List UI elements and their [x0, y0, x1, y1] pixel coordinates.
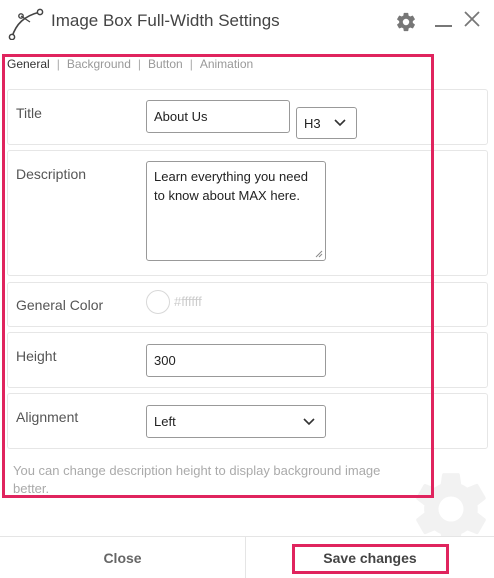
resize-handle-icon[interactable] — [315, 250, 323, 258]
heading-level-select[interactable]: H3 — [296, 107, 357, 139]
height-input-value: 300 — [154, 353, 176, 368]
tab-separator: | — [189, 57, 193, 71]
tab-background[interactable]: Background — [67, 57, 131, 71]
chevron-down-icon — [303, 417, 315, 425]
tab-general[interactable]: General — [7, 57, 50, 71]
dialog-header: Image Box Full-Width Settings — [0, 0, 494, 48]
title-input-value: About Us — [154, 109, 208, 124]
height-input[interactable]: 300 — [146, 344, 326, 377]
title-label: Title — [16, 105, 42, 121]
dialog-footer: Close Save changes — [0, 536, 494, 578]
title-row: Title About Us H3 — [7, 89, 488, 145]
alignment-row: Alignment Left — [7, 393, 488, 449]
general-color-row: General Color #ffffff — [7, 282, 488, 327]
gear-icon[interactable] — [395, 11, 417, 33]
tab-animation[interactable]: Animation — [200, 57, 253, 71]
alignment-label: Alignment — [16, 409, 79, 425]
dialog-title: Image Box Full-Width Settings — [51, 11, 280, 30]
color-swatch[interactable] — [146, 290, 170, 314]
description-text: Learn everything you need to know about … — [154, 169, 308, 203]
color-value[interactable]: #ffffff — [174, 294, 202, 309]
height-label: Height — [16, 348, 57, 364]
chevron-down-icon — [334, 119, 346, 127]
general-color-label: General Color — [16, 297, 104, 313]
close-button[interactable]: Close — [0, 537, 245, 578]
description-row: Description Learn everything you need to… — [7, 150, 488, 276]
minimize-icon[interactable] — [435, 25, 452, 27]
title-input[interactable]: About Us — [146, 100, 290, 133]
curve-pen-icon — [8, 8, 44, 40]
alignment-value: Left — [154, 414, 176, 429]
description-label: Description — [16, 166, 87, 182]
help-note: You can change description height to dis… — [13, 463, 381, 496]
tab-bar: General | Background | Button | Animation — [7, 57, 253, 71]
description-textarea[interactable]: Learn everything you need to know about … — [146, 161, 326, 261]
heading-level-value: H3 — [304, 115, 321, 131]
save-changes-button[interactable]: Save changes — [246, 537, 494, 578]
tab-button[interactable]: Button — [148, 57, 183, 71]
height-row: Height 300 — [7, 332, 488, 388]
close-icon[interactable] — [463, 10, 481, 28]
alignment-select[interactable]: Left — [146, 405, 326, 438]
tab-separator: | — [56, 57, 60, 71]
tab-separator: | — [137, 57, 141, 71]
